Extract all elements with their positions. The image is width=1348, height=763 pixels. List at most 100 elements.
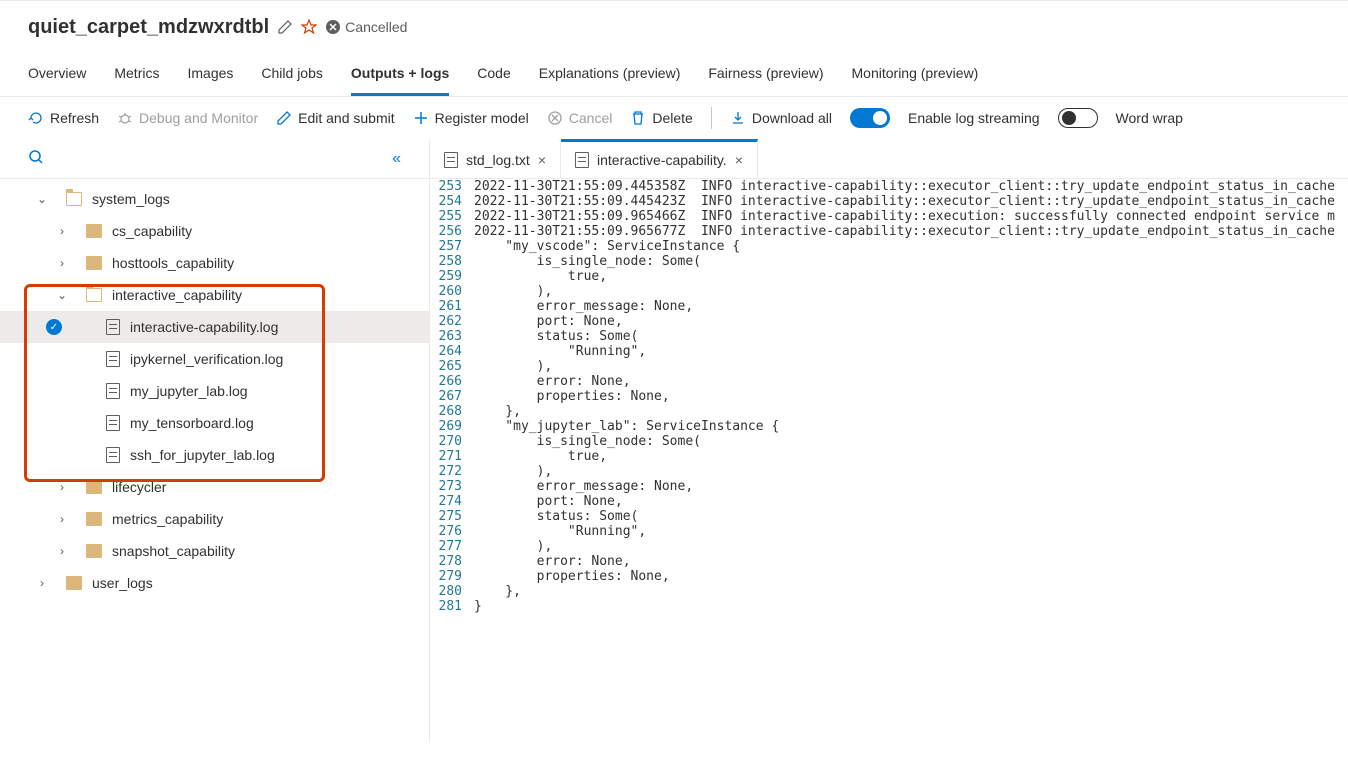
tree-file-selected[interactable]: ✓ ›interactive-capability.log <box>0 311 429 343</box>
code-line: 265 ), <box>430 359 1348 374</box>
code-line: 276 "Running", <box>430 524 1348 539</box>
check-icon: ✓ <box>46 319 62 335</box>
word-wrap-toggle[interactable] <box>1058 108 1098 128</box>
code-line: 279 properties: None, <box>430 569 1348 584</box>
editor-tabs: std_log.txt × interactive-capability. × <box>430 139 1348 179</box>
tree-folder[interactable]: ›lifecycler <box>0 471 429 503</box>
close-icon[interactable]: × <box>735 152 743 168</box>
tree-label: user_logs <box>92 575 153 591</box>
code-line: 2532022-11-30T21:55:09.445358Z INFO inte… <box>430 179 1348 194</box>
refresh-button[interactable]: Refresh <box>28 110 99 126</box>
code-viewer[interactable]: 2532022-11-30T21:55:09.445358Z INFO inte… <box>430 179 1348 742</box>
edit-title-icon[interactable] <box>277 19 293 35</box>
code-line: 273 error_message: None, <box>430 479 1348 494</box>
edit-submit-button[interactable]: Edit and submit <box>276 110 395 126</box>
trash-icon <box>630 110 646 126</box>
download-icon <box>730 110 746 126</box>
file-tree: ⌄ system_logs ›cs_capability ›hosttools_… <box>0 179 429 603</box>
tree-file[interactable]: ›ipykernel_verification.log <box>0 343 429 375</box>
search-icon[interactable] <box>28 149 392 168</box>
tree-label: cs_capability <box>112 223 192 239</box>
code-line: 260 ), <box>430 284 1348 299</box>
tab-outputs-logs[interactable]: Outputs + logs <box>351 57 449 96</box>
favorite-icon[interactable] <box>301 19 317 35</box>
tree-folder[interactable]: ›cs_capability <box>0 215 429 247</box>
pencil-icon <box>276 110 292 126</box>
editor-tab-label: std_log.txt <box>466 152 530 168</box>
tree-label: my_jupyter_lab.log <box>130 383 248 399</box>
tree-file[interactable]: ›ssh_for_jupyter_lab.log <box>0 439 429 471</box>
cancel-button: Cancel <box>547 110 613 126</box>
code-line: 266 error: None, <box>430 374 1348 389</box>
code-line: 278 error: None, <box>430 554 1348 569</box>
code-line: 259 true, <box>430 269 1348 284</box>
code-line: 258 is_single_node: Some( <box>430 254 1348 269</box>
tab-explanations-preview-[interactable]: Explanations (preview) <box>539 57 681 96</box>
tree-folder-system-logs[interactable]: ⌄ system_logs <box>0 183 429 215</box>
tab-monitoring-preview-[interactable]: Monitoring (preview) <box>852 57 979 96</box>
code-line: 263 status: Some( <box>430 329 1348 344</box>
code-line: 2562022-11-30T21:55:09.965677Z INFO inte… <box>430 224 1348 239</box>
tree-label: ipykernel_verification.log <box>130 351 283 367</box>
file-icon <box>575 152 589 168</box>
nav-tabs: Overview Metrics Images Child jobs Outputs +… <box>0 49 1348 97</box>
editor-tab-label: interactive-capability. <box>597 152 727 168</box>
bug-icon <box>117 110 133 126</box>
close-icon[interactable]: × <box>538 152 546 168</box>
tree-label: lifecycler <box>112 479 166 495</box>
editor-tab[interactable]: interactive-capability. × <box>561 139 758 178</box>
tab-images[interactable]: Images <box>187 57 233 96</box>
tree-label: metrics_capability <box>112 511 223 527</box>
refresh-icon <box>28 110 44 126</box>
tree-label: ssh_for_jupyter_lab.log <box>130 447 275 463</box>
tree-label: system_logs <box>92 191 170 207</box>
tree-label: hosttools_capability <box>112 255 234 271</box>
word-wrap-label: Word wrap <box>1116 110 1183 126</box>
cancelled-icon <box>325 19 341 35</box>
log-streaming-toggle[interactable] <box>850 108 890 128</box>
tab-fairness-preview-[interactable]: Fairness (preview) <box>708 57 823 96</box>
code-line: 267 properties: None, <box>430 389 1348 404</box>
tree-folder[interactable]: ›metrics_capability <box>0 503 429 535</box>
register-model-button[interactable]: Register model <box>413 110 529 126</box>
tree-label: my_tensorboard.log <box>130 415 254 431</box>
status-badge: Cancelled <box>325 19 407 35</box>
tree-file[interactable]: ›my_tensorboard.log <box>0 407 429 439</box>
editor-tab[interactable]: std_log.txt × <box>430 139 561 178</box>
file-icon <box>444 152 458 168</box>
tab-child-jobs[interactable]: Child jobs <box>261 57 322 96</box>
debug-button: Debug and Monitor <box>117 110 258 126</box>
code-line: 274 port: None, <box>430 494 1348 509</box>
code-line: 281} <box>430 599 1348 614</box>
code-line: 277 ), <box>430 539 1348 554</box>
plus-icon <box>413 110 429 126</box>
code-line: 2552022-11-30T21:55:09.965466Z INFO inte… <box>430 209 1348 224</box>
code-line: 280 }, <box>430 584 1348 599</box>
tree-folder-interactive-capability[interactable]: ⌄interactive_capability <box>0 279 429 311</box>
code-line: 271 true, <box>430 449 1348 464</box>
page-title: quiet_carpet_mdzwxrdtbl <box>28 16 269 39</box>
tree-folder[interactable]: ›snapshot_capability <box>0 535 429 567</box>
tab-metrics[interactable]: Metrics <box>114 57 159 96</box>
tree-folder-user-logs[interactable]: ›user_logs <box>0 567 429 599</box>
code-line: 2542022-11-30T21:55:09.445423Z INFO inte… <box>430 194 1348 209</box>
tree-label: interactive-capability.log <box>130 319 278 335</box>
tab-code[interactable]: Code <box>477 57 510 96</box>
tree-label: interactive_capability <box>112 287 242 303</box>
code-line: 269 "my_jupyter_lab": ServiceInstance { <box>430 419 1348 434</box>
tree-label: snapshot_capability <box>112 543 235 559</box>
tab-overview[interactable]: Overview <box>28 57 86 96</box>
collapse-sidebar-icon[interactable]: « <box>392 150 401 168</box>
tree-folder[interactable]: ›hosttools_capability <box>0 247 429 279</box>
code-line: 275 status: Some( <box>430 509 1348 524</box>
code-line: 262 port: None, <box>430 314 1348 329</box>
code-line: 257 "my_vscode": ServiceInstance { <box>430 239 1348 254</box>
log-streaming-label: Enable log streaming <box>908 110 1040 126</box>
code-line: 272 ), <box>430 464 1348 479</box>
cancel-icon <box>547 110 563 126</box>
tree-file[interactable]: ›my_jupyter_lab.log <box>0 375 429 407</box>
download-all-button[interactable]: Download all <box>730 110 832 126</box>
delete-button[interactable]: Delete <box>630 110 692 126</box>
code-line: 270 is_single_node: Some( <box>430 434 1348 449</box>
code-line: 264 "Running", <box>430 344 1348 359</box>
